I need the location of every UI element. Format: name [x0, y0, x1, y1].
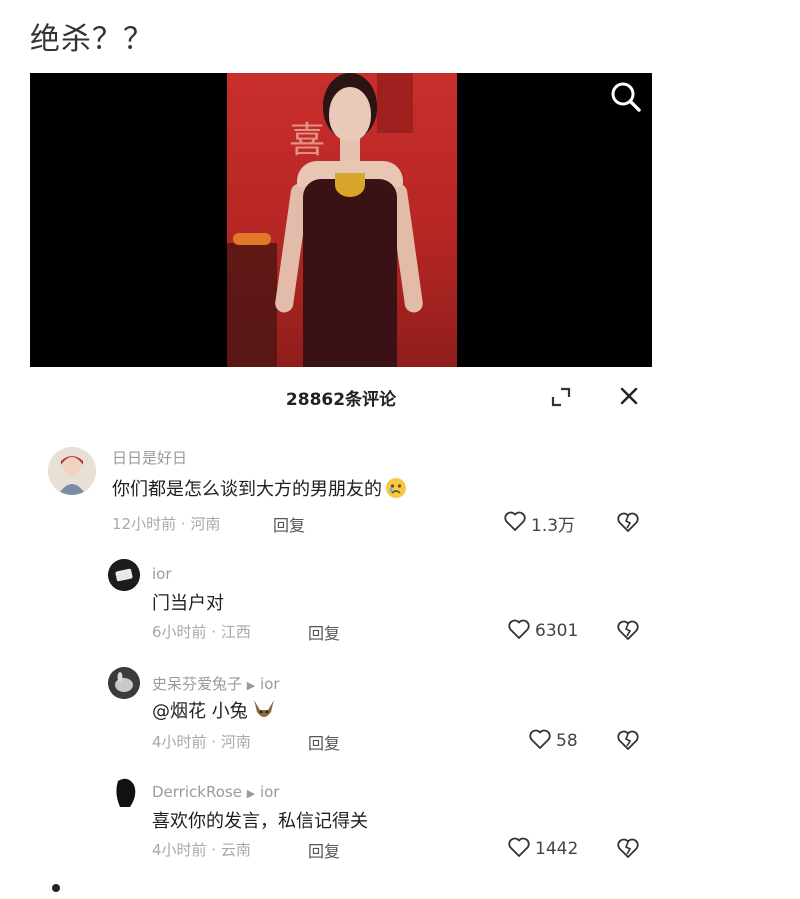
person-head — [329, 87, 371, 141]
heart-icon — [507, 618, 531, 644]
search-icon[interactable] — [608, 79, 644, 115]
oranges — [233, 233, 271, 245]
broken-heart-icon[interactable] — [616, 511, 640, 535]
reply-item: DerrickRose ▶ ior 喜欢你的发言，私信记得关 4小时前 · 云南… — [30, 777, 652, 868]
reply-item: 史呆芬爱兔子 ▶ ior @烟花 小兔 4小时前 · 河南 回复 58 — [30, 667, 652, 767]
broken-heart-icon[interactable] — [616, 837, 640, 861]
comment-text: 门当户对 — [152, 593, 224, 614]
like-count: 1442 — [535, 839, 579, 859]
reply-button[interactable]: 回复 — [308, 620, 340, 644]
broken-heart-icon[interactable] — [616, 619, 640, 643]
comment-text: 你们都是怎么谈到大方的男朋友的 — [112, 475, 407, 504]
like-button[interactable]: 6301 — [507, 619, 578, 643]
expand-icon[interactable] — [549, 385, 573, 409]
comment-username[interactable]: DerrickRose ▶ ior — [152, 783, 279, 801]
username-text: DerrickRose — [152, 783, 242, 801]
reply-arrow-icon: ▶ — [246, 679, 256, 692]
reply-button[interactable]: 回复 — [308, 730, 340, 754]
reply-to-username: ior — [259, 783, 280, 801]
comment-meta: 4小时前 · 河南 — [152, 733, 251, 751]
close-icon[interactable] — [617, 384, 641, 408]
like-button[interactable]: 1.3万 — [503, 510, 576, 536]
heart-icon — [503, 510, 527, 536]
like-button[interactable]: 1442 — [507, 837, 578, 861]
comment-text: 喜欢你的发言，私信记得关 — [152, 811, 368, 832]
comment-text-content: 你们都是怎么谈到大方的男朋友的 — [112, 479, 382, 500]
avatar[interactable] — [108, 667, 140, 699]
video-frame: 喜 — [227, 73, 457, 367]
reply-to-username: ior — [260, 675, 280, 693]
like-count: 58 — [556, 731, 578, 751]
comment-meta: 12小时前 · 河南 — [112, 515, 221, 533]
partial-avatar-below — [52, 884, 60, 892]
rabbit-emoji — [251, 698, 277, 727]
comment-text: @烟花 小兔 — [152, 697, 277, 727]
like-button[interactable]: 58 — [528, 729, 578, 753]
like-count: 1.3万 — [531, 515, 576, 536]
comment-username[interactable]: 史呆芬爱兔子 ▶ ior — [152, 673, 280, 694]
comment-meta: 6小时前 · 江西 — [152, 623, 251, 641]
video-player[interactable]: 喜 — [30, 73, 652, 367]
like-count: 6301 — [535, 621, 579, 641]
reply-arrow-icon: ▶ — [246, 787, 256, 800]
screenshot: 喜 28862条评论 日日是好日 你们都是怎么谈到大方的男朋友的 12小时前 ·… — [30, 73, 652, 868]
broken-heart-icon[interactable] — [616, 729, 640, 753]
side-table — [227, 243, 277, 367]
person-dress — [303, 179, 397, 367]
comments-panel: 28862条评论 日日是好日 你们都是怎么谈到大方的男朋友的 12小时前 · 河… — [30, 367, 652, 868]
reply-item: ior 门当户对 6小时前 · 江西 回复 6301 — [30, 559, 652, 659]
avatar[interactable] — [112, 777, 140, 809]
comment-item: 日日是好日 你们都是怎么谈到大方的男朋友的 12小时前 · 河南 回复 1.3万 — [30, 447, 652, 547]
heart-icon — [507, 836, 531, 862]
post-title: 绝杀？？ — [30, 22, 154, 57]
comment-username[interactable]: 日日是好日 — [112, 447, 187, 468]
gold-necklace — [335, 173, 365, 197]
reply-button[interactable]: 回复 — [273, 512, 305, 536]
username-text: 史呆芬爱兔子 — [152, 675, 243, 693]
comments-header: 28862条评论 — [30, 367, 652, 427]
background-character: 喜 — [289, 120, 326, 161]
avatar[interactable] — [108, 559, 140, 591]
comment-text-content: @烟花 小兔 — [152, 701, 248, 722]
crying-face-emoji — [385, 477, 407, 504]
reply-button[interactable]: 回复 — [308, 838, 340, 862]
comment-username[interactable]: ior — [152, 565, 172, 583]
avatar[interactable] — [48, 447, 96, 495]
heart-icon — [528, 728, 552, 754]
comment-meta: 4小时前 · 云南 — [152, 841, 251, 859]
lantern-decoration — [377, 73, 413, 133]
